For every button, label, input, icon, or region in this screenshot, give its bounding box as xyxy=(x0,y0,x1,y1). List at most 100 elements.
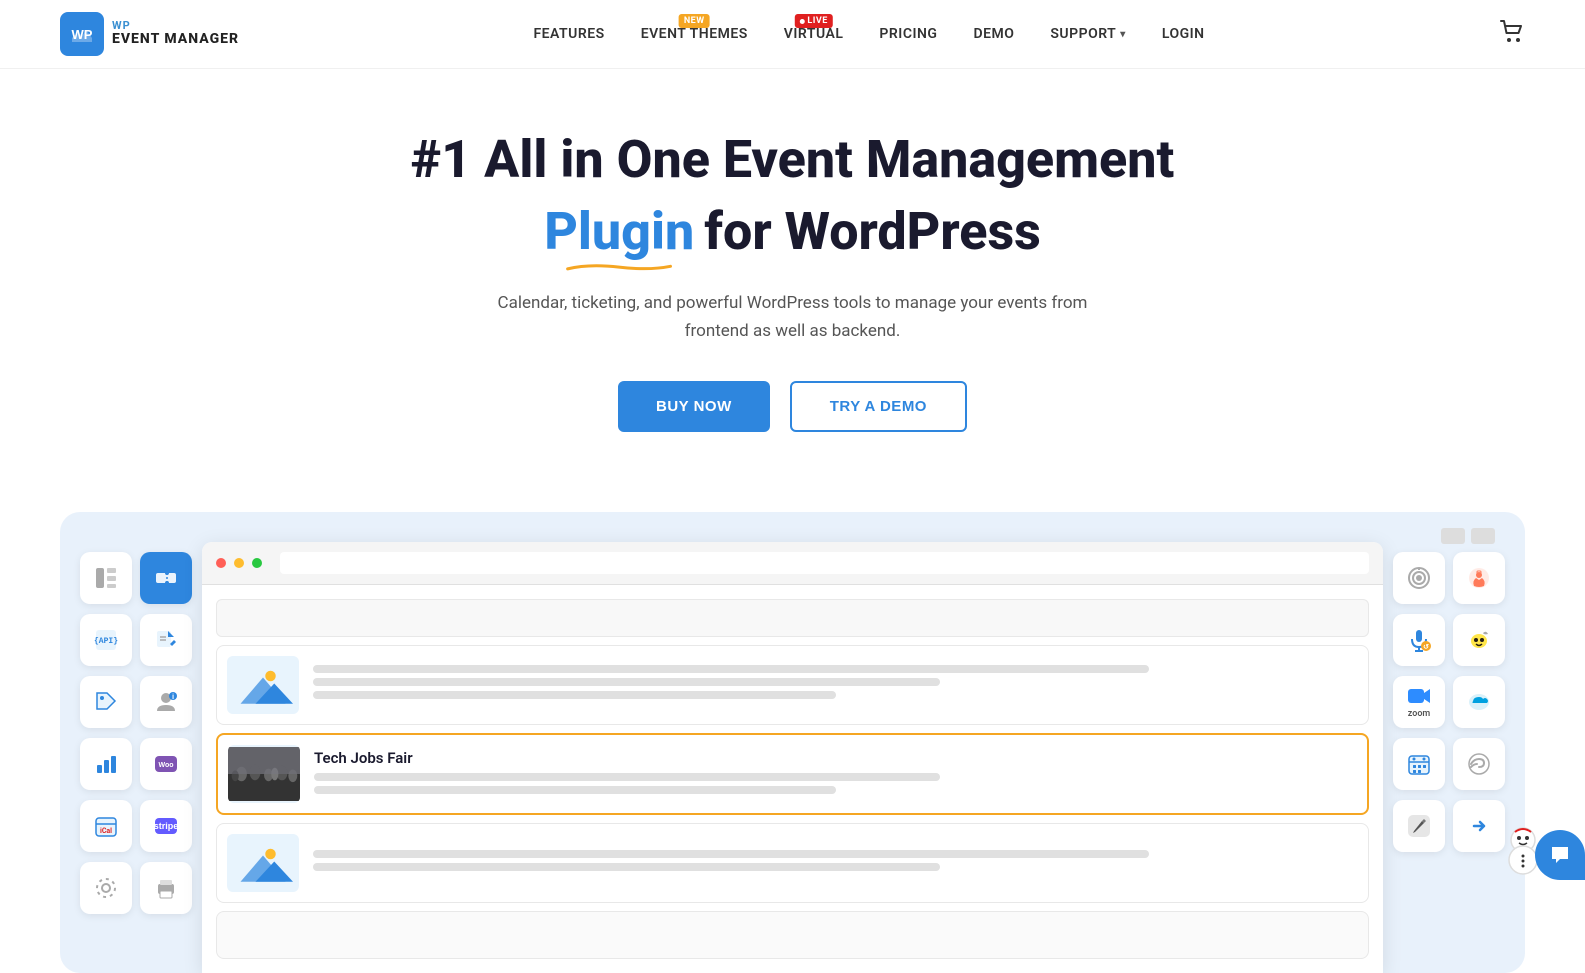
preview-inner: {API} xyxy=(80,542,1505,973)
settings-icon[interactable] xyxy=(80,862,132,914)
icon-pair-4: Woo xyxy=(80,738,192,790)
icon-pair-1 xyxy=(80,552,192,604)
svg-text:iCal: iCal xyxy=(100,827,112,835)
edit-icon[interactable] xyxy=(140,614,192,666)
hero-plugin-line: Plugin for WordPress xyxy=(20,201,1565,262)
event-info-1 xyxy=(313,665,1358,704)
api-icon[interactable]: {API} xyxy=(80,614,132,666)
dashboard-preview: {API} xyxy=(60,512,1525,973)
logo[interactable]: WP WP EVENT MANAGER xyxy=(60,12,239,56)
browser-dot-yellow xyxy=(234,558,244,568)
svg-text:↺: ↺ xyxy=(1423,643,1429,651)
hero-buttons: BUY NOW TRY A DEMO xyxy=(20,381,1565,432)
user-info-icon[interactable]: i xyxy=(140,676,192,728)
nav-support[interactable]: SUPPORT ▾ xyxy=(1050,26,1125,42)
right-sidebar-icons: ↺ xyxy=(1393,542,1505,852)
event-thumb-1 xyxy=(227,656,299,714)
nav-virtual[interactable]: LIVE VIRTUAL xyxy=(784,26,844,42)
mailchimp-icon[interactable] xyxy=(1453,614,1505,666)
nav-pricing[interactable]: PRICING xyxy=(879,26,937,42)
top-right-controls xyxy=(1441,528,1495,544)
tag-icon[interactable] xyxy=(80,676,132,728)
calendar-icon[interactable] xyxy=(1393,738,1445,790)
pencil-edit-icon[interactable] xyxy=(1393,800,1445,852)
svg-text:stripe: stripe xyxy=(154,821,179,831)
browser-mock: Tech Jobs Fair xyxy=(202,542,1383,973)
print-icon[interactable] xyxy=(140,862,192,914)
nav-features[interactable]: FEATURES xyxy=(533,26,604,42)
stripe-icon[interactable]: stripe xyxy=(140,800,192,852)
hero-headline: #1 All in One Event Management xyxy=(20,129,1565,191)
event-search-bar[interactable] xyxy=(216,599,1369,637)
event-line xyxy=(313,863,940,871)
event-thumb-3 xyxy=(227,834,299,892)
svg-text:i: i xyxy=(172,693,174,701)
ticket-icon[interactable] xyxy=(140,552,192,604)
live-dot xyxy=(799,19,804,24)
nav-event-themes[interactable]: NEW EVENT THEMES xyxy=(641,26,748,42)
right-icon-pair-5 xyxy=(1393,800,1505,852)
left-sidebar-icons: {API} xyxy=(80,542,192,914)
browser-content: Tech Jobs Fair xyxy=(202,585,1383,973)
hero-for-wordpress: for WordPress xyxy=(704,201,1041,262)
icon-pair-5: iCal stripe xyxy=(80,800,192,852)
mini-ctrl-2 xyxy=(1471,528,1495,544)
logo-text: WP EVENT MANAGER xyxy=(112,20,239,47)
badge-new: NEW xyxy=(679,14,710,28)
mini-ctrl-1 xyxy=(1441,528,1465,544)
buy-now-button[interactable]: BUY NOW xyxy=(618,381,770,432)
wind-icon[interactable] xyxy=(1453,738,1505,790)
cart-icon[interactable] xyxy=(1499,19,1525,49)
logo-event-manager-label: EVENT MANAGER xyxy=(112,32,239,47)
right-icon-pair-1 xyxy=(1393,552,1505,604)
hero-plugin-word: Plugin xyxy=(544,201,694,262)
svg-text:{API}: {API} xyxy=(94,637,118,646)
svg-text:Woo: Woo xyxy=(158,762,173,769)
icon-pair-3: i xyxy=(80,676,192,728)
right-icon-pair-2: ↺ xyxy=(1393,614,1505,666)
event-line xyxy=(313,678,940,686)
hero-section: #1 All in One Event Management Plugin fo… xyxy=(0,69,1585,512)
chevron-down-icon: ▾ xyxy=(1120,29,1126,40)
browser-bar xyxy=(202,542,1383,585)
event-line xyxy=(313,850,1149,858)
zoom-icon[interactable]: zoom xyxy=(1393,676,1445,728)
right-icon-pair-3: zoom xyxy=(1393,676,1505,728)
try-demo-button[interactable]: TRY A DEMO xyxy=(790,381,967,432)
nav-login[interactable]: LOGIN xyxy=(1162,26,1205,42)
nav-demo[interactable]: DEMO xyxy=(973,26,1014,42)
logo-icon: WP xyxy=(60,12,104,56)
woo-icon[interactable]: Woo xyxy=(140,738,192,790)
mic-icon[interactable]: ↺ xyxy=(1393,614,1445,666)
event-title: Tech Jobs Fair xyxy=(314,749,1357,767)
right-icon-pair-4 xyxy=(1393,738,1505,790)
event-line xyxy=(314,786,836,794)
hubspot-icon[interactable] xyxy=(1453,552,1505,604)
event-placeholder-card xyxy=(216,911,1369,959)
browser-dot-green xyxy=(252,558,262,568)
badge-live: LIVE xyxy=(794,14,832,28)
icon-pair-2: {API} xyxy=(80,614,192,666)
header: WP WP EVENT MANAGER FEATURES NEW EVENT T… xyxy=(0,0,1585,69)
event-line xyxy=(313,665,1149,673)
event-thumb-tech-jobs xyxy=(228,745,300,803)
event-info-3 xyxy=(313,850,1358,876)
event-card-tech-jobs[interactable]: Tech Jobs Fair xyxy=(216,733,1369,815)
browser-dot-red xyxy=(216,558,226,568)
hero-subtitle: Calendar, ticketing, and powerful WordPr… xyxy=(483,290,1103,344)
salesforce-icon[interactable] xyxy=(1453,676,1505,728)
ical-icon[interactable]: iCal xyxy=(80,800,132,852)
main-nav: FEATURES NEW EVENT THEMES LIVE VIRTUAL P… xyxy=(533,26,1204,42)
broadcast-icon[interactable] xyxy=(1393,552,1445,604)
chat-bubble[interactable] xyxy=(1535,830,1585,880)
zoom-label: zoom xyxy=(1408,709,1431,719)
chart-icon[interactable] xyxy=(80,738,132,790)
event-card-1[interactable] xyxy=(216,645,1369,725)
elementor-icon[interactable] xyxy=(80,552,132,604)
event-info-tech-jobs: Tech Jobs Fair xyxy=(314,749,1357,799)
event-line xyxy=(314,773,940,781)
event-card-3[interactable] xyxy=(216,823,1369,903)
nav-icons xyxy=(1499,19,1525,49)
icon-pair-6 xyxy=(80,862,192,914)
browser-url-bar xyxy=(280,552,1369,574)
